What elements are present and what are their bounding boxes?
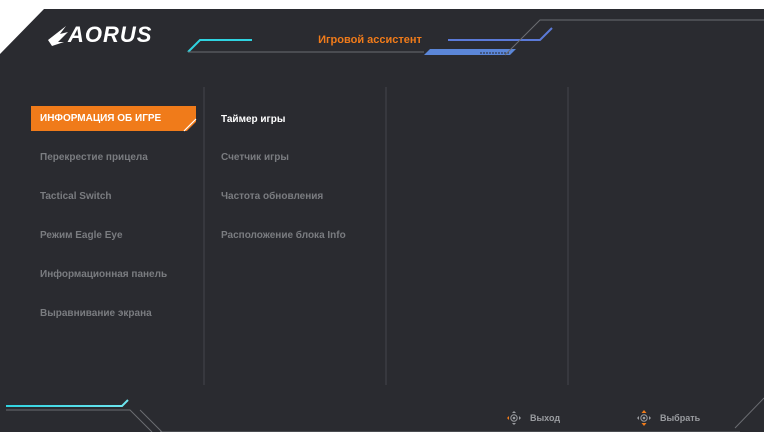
menu-item-eagle-eye[interactable]: Режим Eagle Eye	[40, 230, 123, 241]
select-hint[interactable]: Выбрать	[660, 413, 700, 423]
submenu-item-info-location[interactable]: Расположение блока Info	[221, 230, 346, 241]
exit-hint[interactable]: Выход	[530, 413, 560, 423]
page-title: Игровой ассистент	[318, 34, 422, 46]
osd-frame	[0, 9, 764, 432]
menu-item-crosshair[interactable]: Перекрестие прицела	[40, 152, 148, 163]
submenu-item-game-timer[interactable]: Таймер игры	[221, 114, 285, 125]
submenu-item-game-counter[interactable]: Счетчик игры	[221, 152, 289, 163]
menu-item-tactical-switch[interactable]: Tactical Switch	[40, 191, 112, 202]
submenu-item-refresh-rate[interactable]: Частота обновления	[221, 191, 323, 202]
menu-item-game-info[interactable]: ИНФОРМАЦИЯ ОБ ИГРЕ	[40, 113, 161, 124]
menu-item-display-alignment[interactable]: Выравнивание экрана	[40, 308, 152, 319]
osd-panel	[0, 9, 764, 432]
aorus-logo: AORUS	[68, 22, 153, 47]
header-right-accent	[424, 49, 516, 55]
menu-item-dashboard[interactable]: Информационная панель	[40, 269, 167, 280]
